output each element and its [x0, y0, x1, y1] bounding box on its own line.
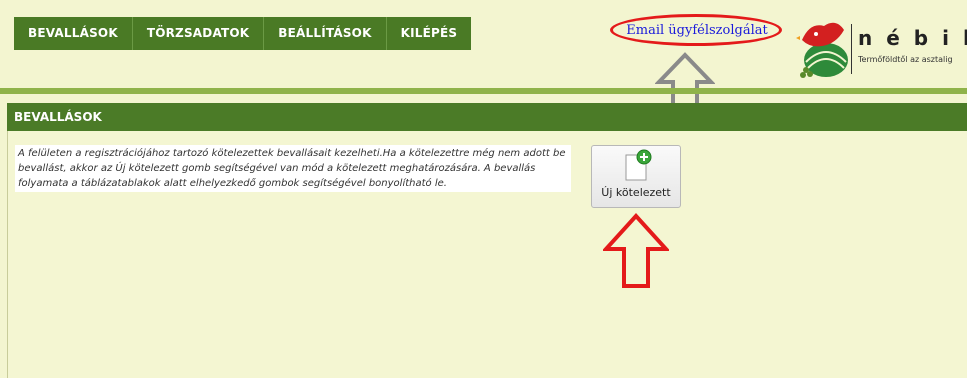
nebih-logo-icon — [796, 22, 848, 78]
nav-item-bevallasok[interactable]: BEVALLÁSOK — [14, 17, 133, 50]
email-support-link[interactable]: Email ügyfélszolgálat — [614, 16, 780, 46]
new-obligor-label: Új kötelezett — [601, 186, 671, 199]
red-up-arrow-icon — [603, 213, 669, 288]
main-nav: BEVALLÁSOK TÖRZSADATOK BEÁLLÍTÁSOK KILÉP… — [14, 17, 472, 50]
section-description: A felületen a regisztrációjához tartozó … — [15, 145, 571, 192]
logo-divider — [851, 24, 852, 74]
section-title: BEVALLÁSOK — [7, 103, 967, 131]
logo-text: nébih — [858, 26, 967, 50]
nav-item-beallitasok[interactable]: BEÁLLÍTÁSOK — [264, 17, 387, 50]
top-bar: BEVALLÁSOK TÖRZSADATOK BEÁLLÍTÁSOK KILÉP… — [0, 0, 967, 115]
header-stripe — [0, 88, 967, 94]
nav-item-kilepes[interactable]: KILÉPÉS — [387, 17, 472, 50]
new-obligor-button[interactable]: Új kötelezett — [591, 145, 681, 208]
logo-tagline: Termőföldtől az asztalig — [858, 55, 953, 64]
new-document-icon — [625, 149, 652, 181]
nav-item-torzsadatok[interactable]: TÖRZSADATOK — [133, 17, 265, 50]
